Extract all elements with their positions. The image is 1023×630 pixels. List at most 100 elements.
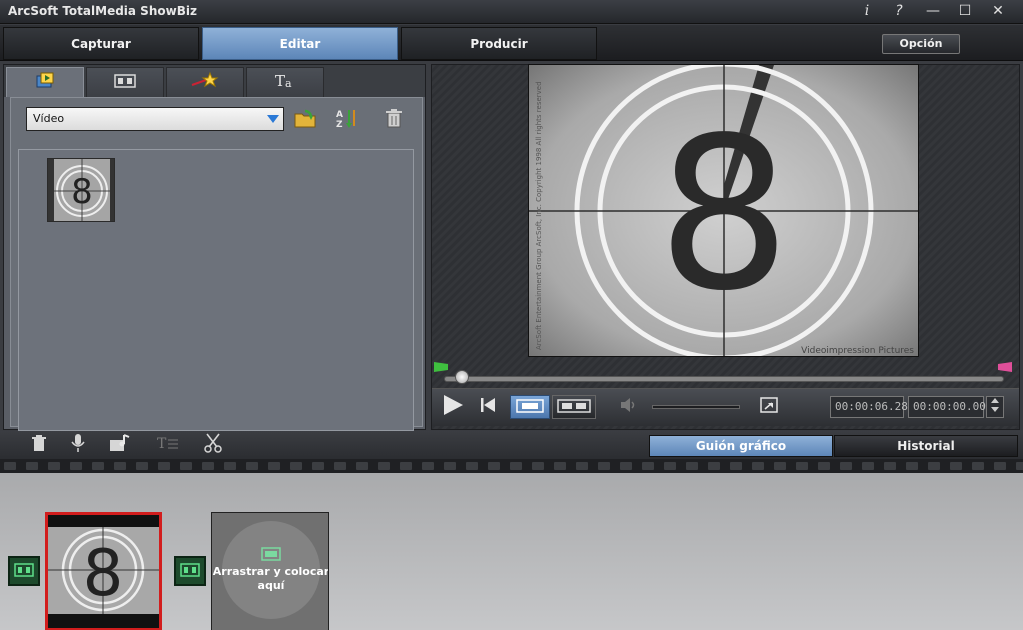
tab-capturar[interactable]: Capturar xyxy=(3,27,199,60)
film-hole xyxy=(796,462,808,470)
film-hole xyxy=(994,462,1006,470)
countdown-frame: 8 ArcSoft Entertainment Group ArcSoft, I… xyxy=(529,65,918,356)
film-hole xyxy=(510,462,522,470)
stepper-arrows-icon xyxy=(989,396,1001,418)
timeline-scrubber[interactable] xyxy=(444,376,1004,382)
option-button[interactable]: Opción xyxy=(882,34,960,54)
storyboard-clip-selected[interactable]: 8 xyxy=(45,512,162,630)
film-hole xyxy=(488,462,500,470)
minimize-button[interactable]: — xyxy=(922,1,944,21)
category-dropdown[interactable]: Vídeo xyxy=(26,107,284,131)
svg-text:T: T xyxy=(157,436,167,452)
current-time-display: 00:00:06.28 xyxy=(830,396,908,418)
film-hole xyxy=(268,462,280,470)
clip-mode-button[interactable] xyxy=(510,395,550,419)
transition-icon xyxy=(180,562,200,581)
title-bar: ArcSoft TotalMedia ShowBiz i ? — ☐ ✕ xyxy=(0,0,1023,24)
library-thumbnail-area: 8 xyxy=(18,149,414,431)
film-hole xyxy=(708,462,720,470)
scissors-icon xyxy=(204,433,222,457)
tab-history[interactable]: Historial xyxy=(834,435,1018,457)
text-title-icon: Ta xyxy=(273,72,297,94)
tab-producir[interactable]: Producir xyxy=(401,27,597,60)
tab-video-library[interactable] xyxy=(6,67,84,97)
maximize-button[interactable]: ☐ xyxy=(954,1,976,21)
delete-clip-button[interactable] xyxy=(27,434,51,456)
fullscreen-button[interactable] xyxy=(758,395,780,419)
category-selected: Vídeo xyxy=(33,112,65,125)
film-hole xyxy=(290,462,302,470)
tab-storyboard[interactable]: Guión gráfico xyxy=(649,435,833,457)
drop-zone[interactable]: Arrastrar y colocar aquí xyxy=(211,512,329,630)
film-hole xyxy=(312,462,324,470)
countdown-number: 8 xyxy=(657,92,791,337)
film-hole xyxy=(576,462,588,470)
film-hole xyxy=(664,462,676,470)
sort-button[interactable]: AZ xyxy=(334,108,360,132)
tab-text[interactable]: Ta xyxy=(246,67,324,97)
film-hole xyxy=(180,462,192,470)
tab-transitions[interactable] xyxy=(86,67,164,97)
transition-icon xyxy=(114,73,136,92)
film-hole xyxy=(26,462,38,470)
add-text-button[interactable]: T xyxy=(156,434,180,456)
clip-number: 8 xyxy=(83,537,124,611)
volume-slider[interactable] xyxy=(652,405,740,409)
film-hole xyxy=(950,462,962,470)
go-to-start-button[interactable] xyxy=(478,395,498,419)
add-music-button[interactable] xyxy=(108,434,132,456)
volume-button[interactable] xyxy=(618,395,640,419)
film-hole xyxy=(906,462,918,470)
film-hole xyxy=(202,462,214,470)
svg-text:A: A xyxy=(336,110,343,120)
delete-library-button[interactable] xyxy=(381,108,407,132)
start-marker-icon[interactable] xyxy=(434,362,448,372)
time-stepper[interactable] xyxy=(986,396,1004,418)
transition-slot-2[interactable] xyxy=(174,556,206,586)
media-library-panel: Ta Vídeo AZ 8 xyxy=(3,64,426,431)
split-clip-button[interactable] xyxy=(201,433,225,457)
transition-icon xyxy=(14,562,34,581)
library-tab-bar: Ta xyxy=(4,65,425,97)
app-window: ArcSoft TotalMedia ShowBiz i ? — ☐ ✕ Cap… xyxy=(0,0,1023,630)
chevron-down-icon xyxy=(267,115,279,123)
film-hole xyxy=(752,462,764,470)
copyright-text: ArcSoft Entertainment Group ArcSoft, Inc… xyxy=(535,81,543,350)
film-hole xyxy=(620,462,632,470)
info-button[interactable]: i xyxy=(856,1,878,21)
film-hole xyxy=(928,462,940,470)
film-hole xyxy=(884,462,896,470)
tab-editar[interactable]: Editar xyxy=(202,27,398,60)
svg-text:T: T xyxy=(275,72,285,90)
film-hole xyxy=(92,462,104,470)
library-item-video[interactable]: 8 xyxy=(47,158,115,222)
magic-wand-effects-icon xyxy=(190,71,220,95)
video-preview: 8 ArcSoft Entertainment Group ArcSoft, I… xyxy=(528,64,919,357)
import-button[interactable] xyxy=(292,108,318,132)
record-audio-button[interactable] xyxy=(66,434,90,456)
transition-slot-1[interactable] xyxy=(8,556,40,586)
play-button[interactable] xyxy=(440,395,466,419)
film-hole xyxy=(114,462,126,470)
help-button[interactable]: ? xyxy=(888,1,910,21)
film-hole xyxy=(422,462,434,470)
video-library-icon xyxy=(34,71,56,95)
film-hole xyxy=(136,462,148,470)
skip-back-icon xyxy=(480,396,496,418)
storyboard-area: 8 Arrastrar y colocar aquí xyxy=(0,473,1023,630)
tab-effects[interactable] xyxy=(166,67,244,97)
trash-icon xyxy=(385,108,403,132)
film-hole xyxy=(400,462,412,470)
movie-mode-button[interactable] xyxy=(552,395,596,419)
play-icon xyxy=(442,394,464,420)
window-title: ArcSoft TotalMedia ShowBiz xyxy=(8,4,197,18)
time-input[interactable]: 00:00:00.00 xyxy=(908,396,986,418)
film-hole xyxy=(334,462,346,470)
speaker-icon xyxy=(620,397,638,417)
import-folder-icon xyxy=(293,107,317,133)
text-icon: T xyxy=(156,434,180,456)
trash-icon xyxy=(31,434,47,456)
film-hole xyxy=(818,462,830,470)
close-button[interactable]: ✕ xyxy=(987,1,1009,21)
end-marker-icon[interactable] xyxy=(998,362,1012,372)
